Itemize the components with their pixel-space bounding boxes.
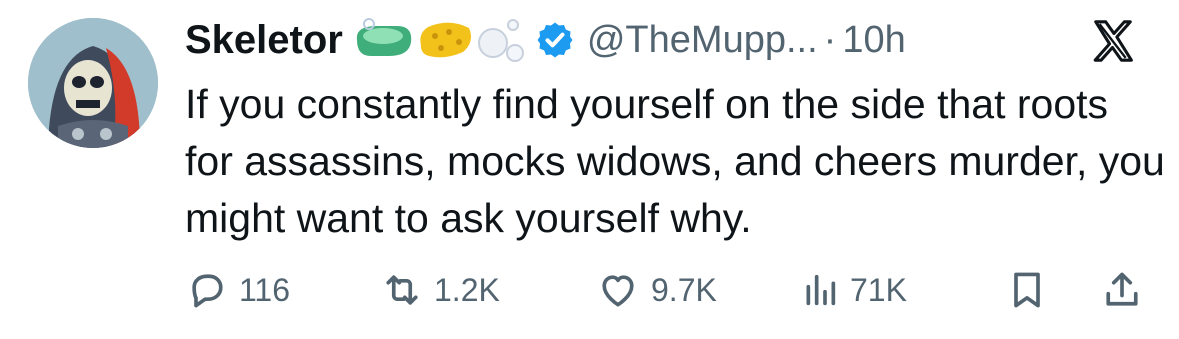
separator-dot: · [823,18,837,61]
views-icon [806,274,836,306]
share-icon [1106,272,1138,306]
tweet-timestamp[interactable]: 10h [842,19,905,62]
verified-badge-icon[interactable] [535,20,575,60]
repost-button[interactable]: 1.2K [380,262,500,318]
heart-icon [602,275,634,307]
reply-count: 116 [239,271,291,308]
sponge-icon [420,22,471,58]
bubbles-icon [477,19,524,62]
views-count: 71K [850,271,907,308]
bookmark-icon [1014,272,1040,308]
reply-icon [192,274,223,308]
author-name[interactable]: Skeletor [185,18,343,63]
repost-icon [386,275,418,305]
like-button[interactable]: 9.7K [595,262,717,318]
like-count: 9.7K [651,271,717,308]
skeletor-avatar-image [28,18,158,148]
share-button[interactable] [1100,262,1144,318]
x-logo-icon [1093,20,1133,62]
repost-count: 1.2K [434,271,500,308]
views-button[interactable]: 71K [800,262,907,318]
reply-button[interactable]: 116 [185,262,290,318]
name-emojis [353,15,575,65]
bookmark-button[interactable] [1005,262,1049,318]
avatar[interactable] [28,18,158,148]
tweet-header: Skeletor @TheMupp... · 10h [185,10,906,70]
tweet-text: If you constantly find yourself on the s… [185,81,1165,241]
author-handle[interactable]: @TheMupp... [587,19,818,62]
soap-icon [356,18,412,56]
action-bar: 116 1.2K 9.7K 71K [185,262,1155,318]
